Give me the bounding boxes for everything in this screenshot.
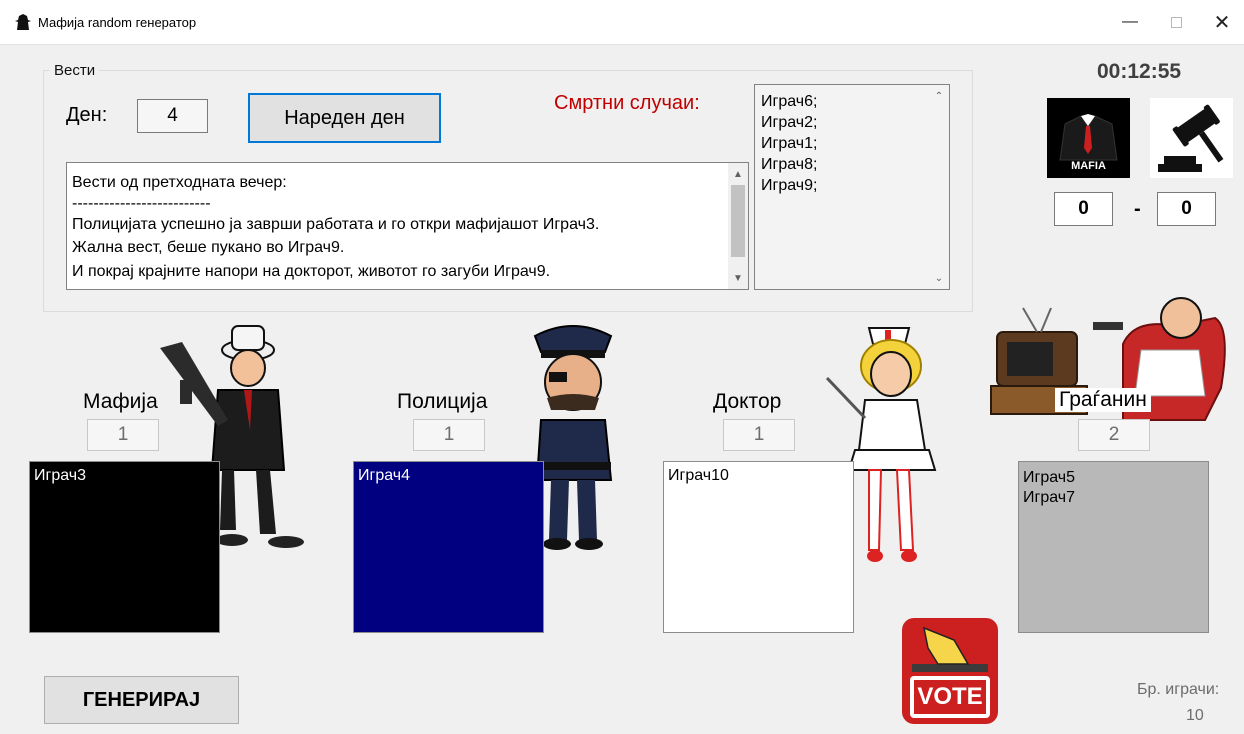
news-line: Жална вест, беше пукано во Играч9. [72, 239, 345, 256]
news-text: Вести од претходната вечер: ------------… [72, 171, 599, 283]
players-count-value: 10 [1186, 707, 1204, 724]
mafia-logo-icon: MAFIA [1047, 98, 1130, 178]
deaths-label: Смртни случаи: [554, 92, 700, 114]
player-item[interactable]: Играч5 [1023, 468, 1204, 488]
maximize-button[interactable] [1153, 0, 1199, 44]
minimize-icon: — [1122, 13, 1138, 30]
town-score: 0 [1157, 192, 1216, 226]
next-day-button[interactable]: Нареден ден [248, 93, 441, 143]
gavel-icon [1150, 98, 1233, 178]
window-title: Мафија random генератор [38, 15, 197, 30]
deaths-list[interactable]: Играч6; Играч2; Играч1; Играч8; Играч9; … [754, 84, 950, 290]
news-group-legend: Вести [50, 62, 100, 79]
scroll-down-icon[interactable]: ▼ [728, 269, 748, 287]
mafia-app-icon [15, 14, 31, 30]
role-label-doctor: Доктор [713, 390, 782, 413]
death-item: Играч1; [761, 135, 818, 152]
news-line: И покрај крајните напори на докторот, жи… [72, 262, 551, 280]
scroll-thumb[interactable] [731, 185, 745, 257]
scroll-down-icon[interactable]: ⌄ [929, 269, 949, 287]
news-line: Вести од претходната вечер: [72, 174, 287, 191]
close-icon: ✕ [1213, 11, 1231, 34]
role-list-citizen[interactable]: Играч5 Играч7 [1018, 461, 1209, 633]
death-item: Играч8; [761, 156, 818, 173]
title-bar: Мафија random генератор — ✕ [0, 0, 1244, 45]
mafia-logo-text: MAFIA [1071, 160, 1106, 172]
role-list-mafia[interactable]: Играч3 [29, 461, 220, 633]
scroll-up-icon[interactable]: ⌃ [929, 87, 949, 105]
players-count-label: Бр. играчи: [1137, 681, 1220, 698]
player-item[interactable]: Играч4 [358, 466, 539, 486]
scroll-up-icon[interactable]: ▲ [728, 165, 748, 183]
minimize-button[interactable]: — [1107, 0, 1153, 44]
role-label-police: Полиција [397, 390, 488, 413]
role-list-police[interactable]: Играч4 [353, 461, 544, 633]
day-label: Ден: [66, 104, 108, 126]
role-count-doctor[interactable]: 1 [723, 419, 795, 451]
vote-button[interactable]: VOTE [902, 618, 998, 724]
deaths-items: Играч6; Играч2; Играч1; Играч8; Играч9; [761, 91, 817, 196]
player-item[interactable]: Играч3 [34, 466, 215, 486]
role-count-mafia[interactable]: 1 [87, 419, 159, 451]
close-button[interactable]: ✕ [1199, 0, 1244, 44]
role-count-police[interactable]: 1 [413, 419, 485, 451]
news-line: -------------------------- [72, 194, 211, 212]
generate-button[interactable]: ГЕНЕРИРАЈ [44, 676, 239, 724]
news-line: Полицијата успешно ја заврши работата и … [72, 215, 600, 233]
game-timer: 00:12:55 [1097, 60, 1182, 83]
death-item: Играч6; [761, 93, 818, 110]
mafia-score: 0 [1054, 192, 1113, 226]
news-scrollbar[interactable]: ▲ ▼ [728, 163, 748, 289]
role-list-doctor[interactable]: Играч10 [663, 461, 854, 633]
death-item: Играч2; [761, 114, 818, 131]
death-item: Играч9; [761, 177, 818, 194]
role-count-citizen[interactable]: 2 [1078, 419, 1150, 451]
player-item[interactable]: Играч7 [1023, 488, 1204, 508]
role-label-mafia: Мафија [83, 390, 158, 413]
news-textbox[interactable]: Вести од претходната вечер: ------------… [66, 162, 749, 290]
score-separator: - [1134, 198, 1141, 220]
player-item[interactable]: Играч10 [668, 466, 849, 486]
deaths-scrollbar[interactable]: ⌃ ⌄ [929, 85, 949, 289]
role-label-citizen: Граѓанин [1055, 388, 1151, 412]
maximize-icon [1170, 16, 1182, 28]
vote-label: VOTE [917, 683, 983, 710]
day-field[interactable]: 4 [137, 99, 208, 133]
